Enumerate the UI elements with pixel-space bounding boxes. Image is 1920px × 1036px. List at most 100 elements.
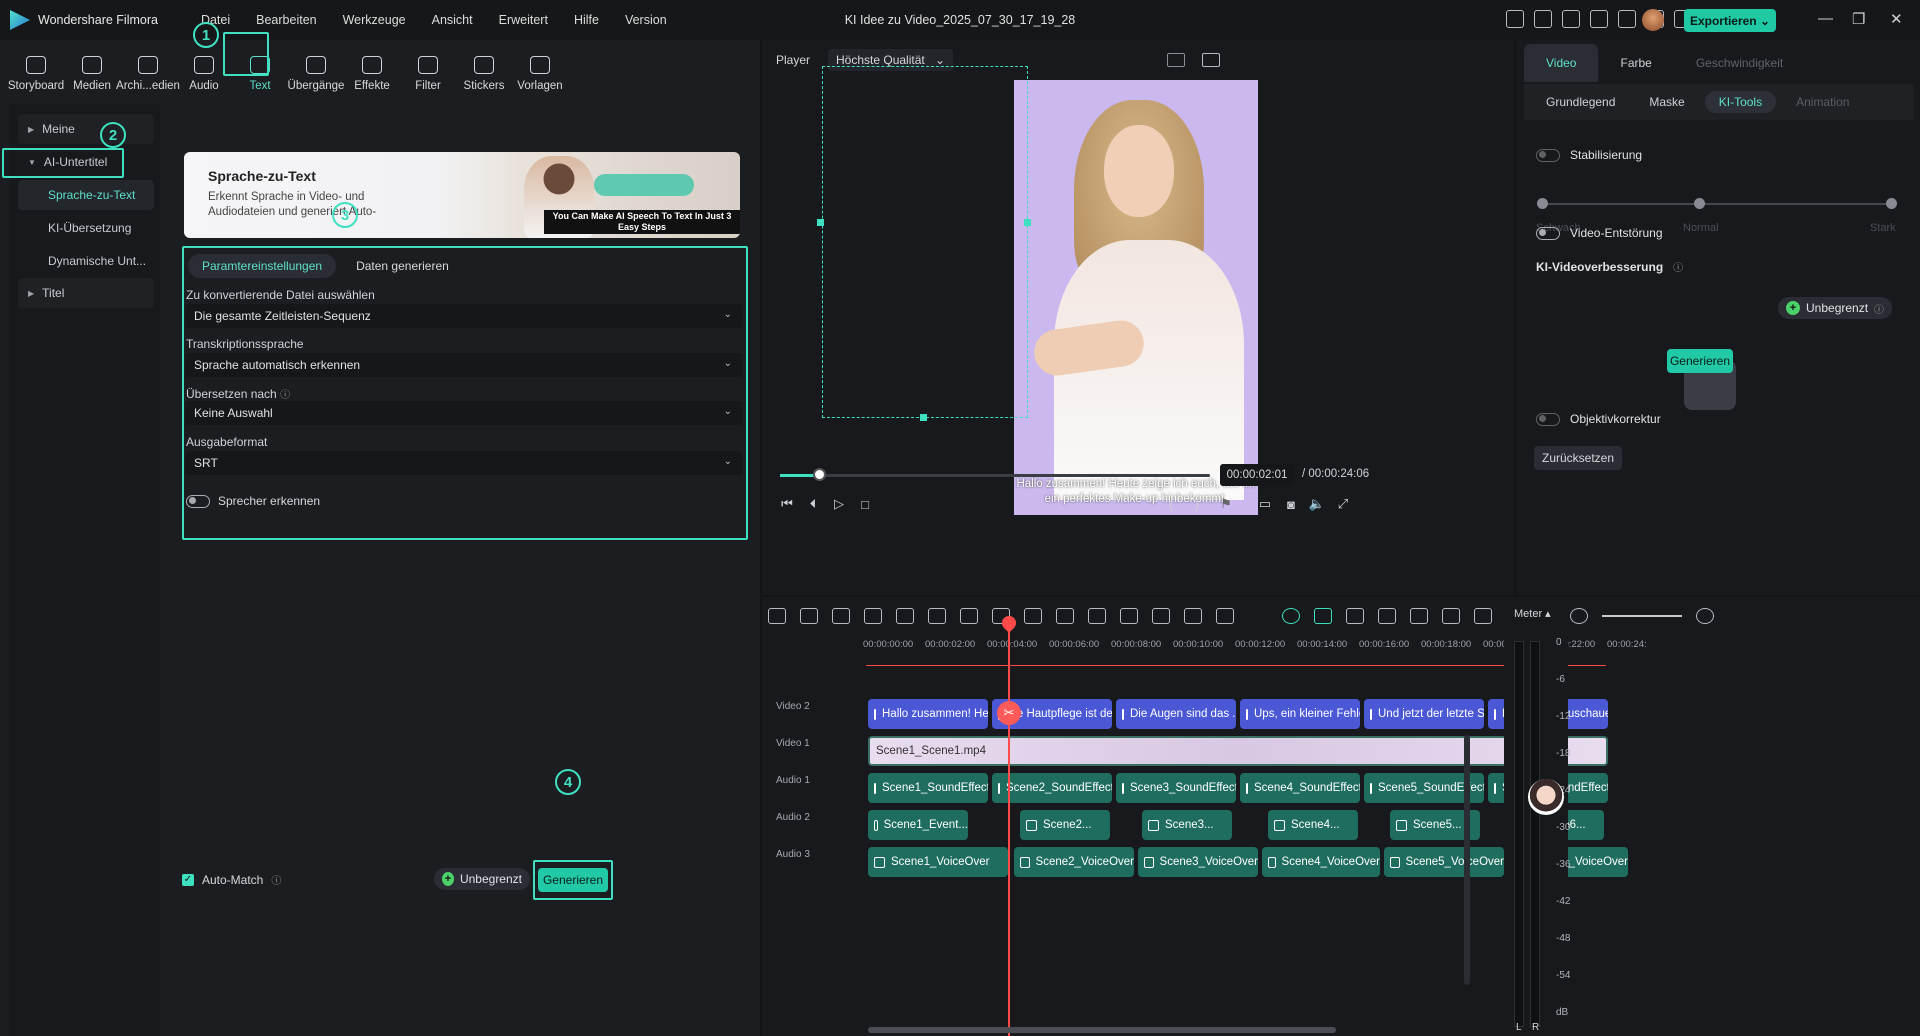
- reset-button[interactable]: Zurücksetzen: [1534, 446, 1623, 470]
- crop-icon[interactable]: [960, 608, 978, 624]
- translate-select[interactable]: Keine Auswahl ⌄: [186, 401, 742, 425]
- snap-icon[interactable]: [1314, 608, 1332, 624]
- layout-icon[interactable]: [768, 608, 786, 624]
- monitor-icon[interactable]: ▭: [1256, 495, 1274, 513]
- undo-icon[interactable]: [832, 608, 850, 624]
- marker-icon[interactable]: ⚑: [1217, 495, 1235, 513]
- mark-out-icon[interactable]: }: [1188, 495, 1206, 513]
- tab-video[interactable]: Video: [1524, 44, 1599, 82]
- tab-parameter[interactable]: Paramtereinstellungen: [188, 254, 337, 278]
- grid-view-icon[interactable]: [1167, 53, 1185, 67]
- save-icon[interactable]: [1618, 10, 1636, 28]
- mark-in-icon[interactable]: {: [1162, 495, 1180, 513]
- audio-clip[interactable]: Scene1_SoundEffect: [868, 773, 988, 803]
- tool-stickers[interactable]: Stickers: [456, 42, 512, 98]
- tool-effekte[interactable]: Effekte: [344, 42, 400, 98]
- track-audio-2[interactable]: Audio 2: [776, 812, 880, 823]
- voice-clip[interactable]: Scene5_VoiceOver: [1384, 847, 1504, 877]
- playhead[interactable]: [1008, 619, 1010, 1036]
- tool-storyboard[interactable]: Storyboard: [8, 42, 64, 98]
- language-select[interactable]: Sprache automatisch erkennen ⌄: [186, 353, 742, 377]
- minimize-icon[interactable]: —: [1818, 10, 1833, 27]
- stop-icon[interactable]: □: [856, 495, 874, 513]
- send-icon[interactable]: [1534, 10, 1552, 28]
- gift-icon[interactable]: [1506, 10, 1524, 28]
- nav-sprache-zu-text[interactable]: Sprache-zu-Text: [18, 180, 154, 210]
- ai-assistant-avatar[interactable]: [1528, 779, 1564, 815]
- stabilization-slider[interactable]: [1542, 203, 1892, 205]
- nav-dynamische-untertitel[interactable]: Dynamische Unt...: [18, 246, 154, 276]
- cut-icon[interactable]: [928, 608, 946, 624]
- nav-titel[interactable]: ▶ Titel: [18, 278, 154, 308]
- step-back-icon[interactable]: ⏴: [804, 495, 822, 513]
- voice-clip[interactable]: Scene4_VoiceOver: [1262, 847, 1380, 877]
- voice-clip[interactable]: Scene2_VoiceOver: [1014, 847, 1134, 877]
- select-icon[interactable]: [800, 608, 818, 624]
- track-video-2[interactable]: Video 2: [776, 701, 880, 712]
- subtab-animation[interactable]: Animation: [1782, 91, 1863, 113]
- snapshot-view-icon[interactable]: [1202, 53, 1220, 67]
- mix-icon[interactable]: [1474, 608, 1492, 624]
- audio-clip[interactable]: Scene3...: [1142, 810, 1232, 840]
- menu-bearbeiten[interactable]: Bearbeiten: [243, 13, 329, 27]
- tab-daten-generieren[interactable]: Daten generieren: [342, 254, 463, 278]
- subtab-ki-tools[interactable]: KI-Tools: [1704, 91, 1777, 113]
- zoom-out-icon[interactable]: [1570, 608, 1588, 624]
- shield-icon[interactable]: [1410, 608, 1428, 624]
- file-select[interactable]: Die gesamte Zeitleisten-Sequenz ⌄: [186, 304, 742, 328]
- voice-clip[interactable]: Scene1_VoiceOver: [868, 847, 1008, 877]
- audio-clip[interactable]: Scene4...: [1268, 810, 1358, 840]
- media-icon[interactable]: [1562, 10, 1580, 28]
- color-icon[interactable]: [1152, 608, 1170, 624]
- text-clip[interactable]: Und jetzt der letzte S...: [1364, 699, 1484, 729]
- help-icon[interactable]: ⓘ: [280, 390, 290, 401]
- subtab-grundlegend[interactable]: Grundlegend: [1532, 91, 1629, 113]
- nav-ki-uebersetzung[interactable]: KI-Übersetzung: [18, 213, 154, 243]
- format-select[interactable]: SRT ⌄: [186, 451, 742, 475]
- mic-icon[interactable]: [1442, 608, 1460, 624]
- text-clip[interactable]: Die Augen sind das ...: [1116, 699, 1236, 729]
- audio-clip[interactable]: Scene3_SoundEffect: [1116, 773, 1236, 803]
- menu-erweitert[interactable]: Erweitert: [486, 13, 561, 27]
- progress-knob[interactable]: [813, 468, 826, 481]
- tool-filter[interactable]: Filter: [400, 42, 456, 98]
- voice-clip[interactable]: Scene3_VoiceOver: [1138, 847, 1258, 877]
- track-audio-1[interactable]: Audio 1: [776, 775, 880, 786]
- scissor-icon[interactable]: ✂: [997, 701, 1021, 725]
- menu-version[interactable]: Version: [612, 13, 680, 27]
- zoom-in-icon[interactable]: [1696, 608, 1714, 624]
- track-video-1[interactable]: Video 1: [776, 738, 880, 749]
- camera-icon[interactable]: ◙: [1282, 495, 1300, 513]
- shape-icon[interactable]: [1056, 608, 1074, 624]
- text-clip[interactable]: Hallo zusammen! He...: [868, 699, 988, 729]
- close-icon[interactable]: ✕: [1890, 10, 1903, 28]
- resize-handle[interactable]: [1024, 219, 1031, 226]
- unlimited-badge[interactable]: + Unbegrenzt: [434, 868, 530, 890]
- current-time[interactable]: 00:00:02:01: [1220, 464, 1294, 486]
- tab-geschwindigkeit[interactable]: Geschwindigkeit: [1674, 44, 1805, 82]
- tool-archiv[interactable]: Archi...edien: [116, 42, 180, 98]
- tool-medien[interactable]: Medien: [64, 42, 120, 98]
- help-icon[interactable]: ⓘ: [1673, 259, 1683, 274]
- layout-icon[interactable]: [1590, 10, 1608, 28]
- nav-meine[interactable]: ▶ Meine: [18, 114, 154, 144]
- meter-label[interactable]: Meter ▴: [1514, 607, 1551, 620]
- help-icon[interactable]: ⓘ: [271, 872, 281, 887]
- audio-clip[interactable]: Scene4_SoundEffect: [1240, 773, 1360, 803]
- export-button[interactable]: Exportieren ⌄: [1684, 9, 1776, 32]
- text-icon[interactable]: [1024, 608, 1042, 624]
- playback-progress[interactable]: [780, 474, 1210, 477]
- resize-handle[interactable]: [817, 219, 824, 226]
- speaker-toggle[interactable]: [186, 494, 210, 508]
- text-clip[interactable]: Ups, ein kleiner Fehle...: [1240, 699, 1360, 729]
- redo-icon[interactable]: [864, 608, 882, 624]
- audio-clip[interactable]: Scene2_SoundEffect: [992, 773, 1112, 803]
- mask-icon[interactable]: [1088, 608, 1106, 624]
- automatch-checkbox[interactable]: ✓: [182, 873, 194, 886]
- fullscreen-icon[interactable]: ⤢: [1334, 495, 1352, 513]
- subtab-maske[interactable]: Maske: [1635, 91, 1698, 113]
- lens-toggle[interactable]: [1536, 412, 1560, 426]
- tab-farbe[interactable]: Farbe: [1598, 44, 1673, 82]
- enhance-generate-button[interactable]: Generieren: [1667, 349, 1733, 373]
- render-icon[interactable]: [1282, 608, 1300, 624]
